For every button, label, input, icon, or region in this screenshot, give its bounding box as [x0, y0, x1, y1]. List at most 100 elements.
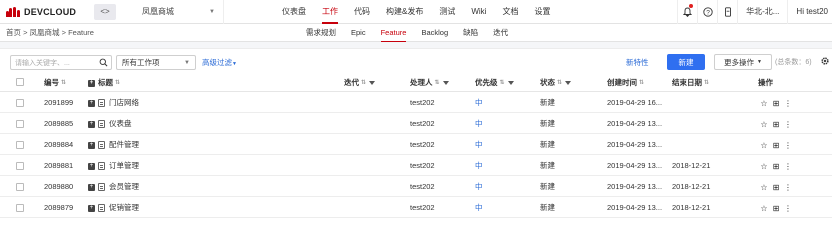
hierarchy-icon[interactable]: ⊞: [770, 99, 782, 108]
row-checkbox[interactable]: [16, 183, 24, 191]
advanced-filter-link[interactable]: 高级过滤▼: [202, 55, 237, 70]
notification-button[interactable]: [677, 0, 697, 24]
breadcrumb[interactable]: 首页 > 凤凰商城 > Feature: [6, 24, 94, 42]
hierarchy-icon[interactable]: ⊞: [770, 141, 782, 150]
header-assignee[interactable]: 处理人 ⇅: [410, 73, 449, 92]
row-ops: ☆ ⊞ ⋮: [758, 135, 794, 155]
nav-docs[interactable]: 文档: [502, 0, 518, 24]
search-icon[interactable]: [99, 58, 108, 67]
help-button[interactable]: ?: [697, 0, 717, 24]
expand-row-icon[interactable]: +: [88, 99, 95, 107]
title-link[interactable]: 门店网络: [109, 98, 139, 107]
nav-build-release[interactable]: 构建&发布: [386, 0, 423, 24]
cell-created: 2019-04-29 13...: [607, 203, 663, 212]
nav-wiki[interactable]: Wiki: [471, 0, 486, 24]
expand-all-icon[interactable]: +: [88, 79, 95, 87]
table-row[interactable]: 2089881 + 订单管理 test202 中 新建 2019-04-29 13…: [0, 156, 832, 176]
table-header: 编号 ⇅ + 标题 ⇅ 迭代 ⇅ 处理人 ⇅ 优先级 ⇅ 状态 ⇅ 创建时间 ⇅ 结束日期 ⇅ 操…: [0, 73, 832, 92]
header-priority[interactable]: 优先级 ⇅: [475, 73, 514, 92]
title-link[interactable]: 订单管理: [109, 161, 139, 170]
project-select[interactable]: 凤凰商城 ▼: [116, 0, 224, 24]
title-link[interactable]: 促销管理: [109, 203, 139, 212]
more-vertical-icon[interactable]: ⋮: [782, 120, 794, 129]
row-checkbox[interactable]: [16, 204, 24, 212]
star-icon[interactable]: ☆: [758, 141, 770, 150]
hierarchy-icon[interactable]: ⊞: [770, 183, 782, 192]
chevron-down-icon: ▼: [184, 59, 190, 66]
filter-icon[interactable]: [442, 81, 449, 86]
table-row[interactable]: 2089879 + 促销管理 test202 中 新建 2019-04-29 13…: [0, 198, 832, 218]
filter-icon[interactable]: [369, 81, 376, 86]
nav-test[interactable]: 测试: [439, 0, 455, 24]
title-link[interactable]: 仪表盘: [109, 119, 132, 128]
logo-text: DEVCLOUD: [24, 6, 77, 17]
mobile-button[interactable]: [717, 0, 737, 24]
nav-work[interactable]: 工作: [322, 0, 338, 24]
header-priority-label: 优先级: [475, 78, 498, 87]
select-all-checkbox[interactable]: [16, 78, 24, 86]
more-operations-button[interactable]: 更多操作 ▼: [714, 54, 772, 70]
filter-icon[interactable]: [565, 81, 572, 86]
cell-priority: 中: [475, 98, 483, 107]
gear-icon[interactable]: [820, 56, 830, 66]
new-feature-link[interactable]: 新特性: [626, 55, 649, 70]
work-item-filter-select[interactable]: 所有工作项 ▼: [116, 55, 196, 70]
hierarchy-icon[interactable]: ⊞: [770, 204, 782, 213]
cell-end-date: 2018-12-21: [672, 182, 711, 191]
row-ops: ☆ ⊞ ⋮: [758, 177, 794, 197]
more-vertical-icon[interactable]: ⋮: [782, 141, 794, 150]
title-link[interactable]: 会员管理: [109, 182, 139, 191]
row-checkbox[interactable]: [16, 120, 24, 128]
more-vertical-icon[interactable]: ⋮: [782, 183, 794, 192]
more-vertical-icon[interactable]: ⋮: [782, 204, 794, 213]
tab-backlog[interactable]: Backlog: [421, 24, 448, 42]
header-title[interactable]: + 标题 ⇅: [88, 73, 120, 92]
more-vertical-icon[interactable]: ⋮: [782, 162, 794, 171]
header-id[interactable]: 编号 ⇅: [44, 73, 66, 92]
table-row[interactable]: 2089885 + 仪表盘 test202 中 新建 2019-04-29 13.…: [0, 114, 832, 134]
star-icon[interactable]: ☆: [758, 120, 770, 129]
tab-iteration[interactable]: 迭代: [493, 24, 508, 42]
logo[interactable]: DEVCLOUD: [0, 0, 92, 24]
header-end-date[interactable]: 结束日期 ⇅: [672, 73, 709, 92]
expand-row-icon[interactable]: +: [88, 141, 95, 149]
row-checkbox[interactable]: [16, 99, 24, 107]
more-vertical-icon[interactable]: ⋮: [782, 99, 794, 108]
expand-row-icon[interactable]: +: [88, 162, 95, 170]
code-toggle-button[interactable]: <>: [94, 3, 116, 20]
header-iteration[interactable]: 迭代 ⇅: [344, 73, 376, 92]
table-row[interactable]: 2091899 + 门店网络 test202 中 新建 2019-04-29 16…: [0, 93, 832, 113]
tab-epic[interactable]: Epic: [351, 24, 366, 42]
expand-row-icon[interactable]: +: [88, 183, 95, 191]
header-created[interactable]: 创建时间 ⇅: [607, 73, 644, 92]
hierarchy-icon[interactable]: ⊞: [770, 162, 782, 171]
notification-badge: [689, 4, 694, 8]
expand-row-icon[interactable]: +: [88, 120, 95, 128]
star-icon[interactable]: ☆: [758, 183, 770, 192]
row-checkbox[interactable]: [16, 141, 24, 149]
nav-settings[interactable]: 设置: [534, 0, 550, 24]
user-menu[interactable]: Hi test20: [787, 0, 832, 24]
nav-code[interactable]: 代码: [354, 0, 370, 24]
tab-planning[interactable]: 需求规划: [306, 24, 336, 42]
title-link[interactable]: 配件管理: [109, 140, 139, 149]
expand-row-icon[interactable]: +: [88, 204, 95, 212]
star-icon[interactable]: ☆: [758, 204, 770, 213]
table-row[interactable]: 2089880 + 会员管理 test202 中 新建 2019-04-29 13…: [0, 177, 832, 197]
sort-icon: ⇅: [115, 79, 121, 86]
filter-icon[interactable]: [507, 81, 514, 86]
tab-bug[interactable]: 缺陷: [463, 24, 478, 42]
header-status[interactable]: 状态 ⇅: [540, 73, 572, 92]
star-icon[interactable]: ☆: [758, 162, 770, 171]
tab-feature[interactable]: Feature: [380, 24, 406, 42]
row-checkbox[interactable]: [16, 162, 24, 170]
region-select[interactable]: 华北-北...: [737, 0, 787, 24]
star-icon[interactable]: ☆: [758, 99, 770, 108]
hierarchy-icon[interactable]: ⊞: [770, 120, 782, 129]
header-id-label: 编号: [44, 78, 59, 87]
table-row[interactable]: 2089884 + 配件管理 test202 中 新建 2019-04-29 13…: [0, 135, 832, 155]
search-input[interactable]: 请输入关键字、...: [10, 55, 112, 70]
create-button[interactable]: 新建: [667, 54, 705, 70]
nav-dashboard[interactable]: 仪表盘: [282, 0, 306, 24]
filter-value: 所有工作项: [122, 58, 160, 67]
